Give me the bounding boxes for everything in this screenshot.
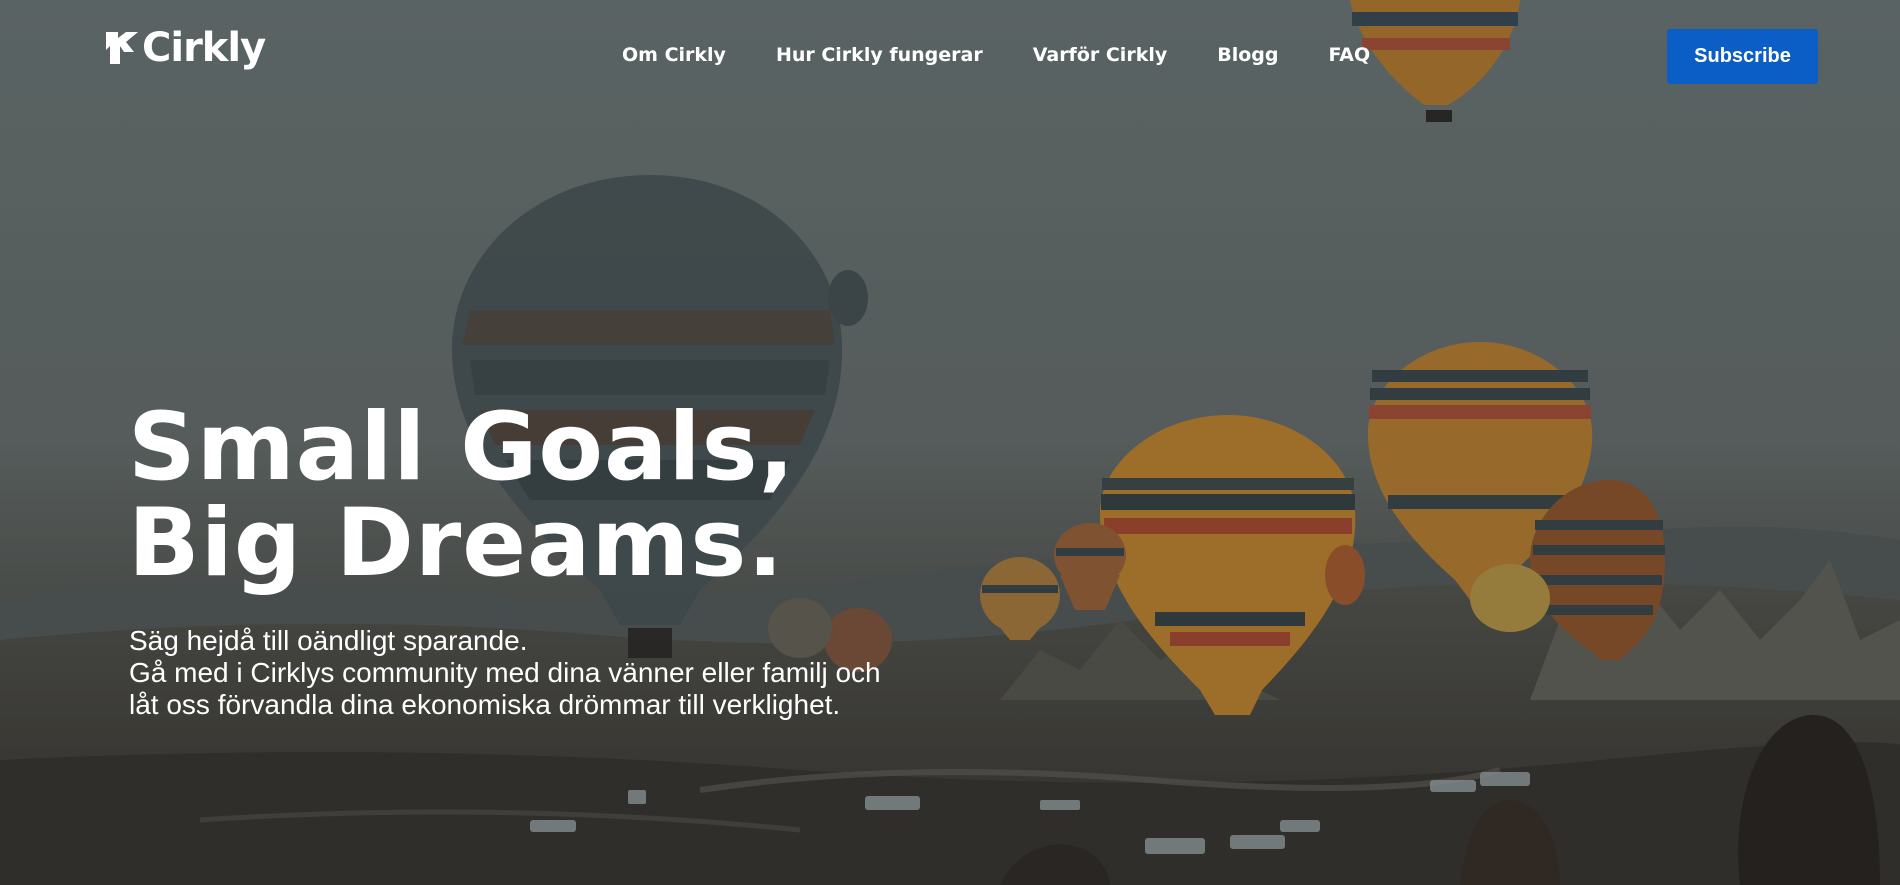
nav-blogg[interactable]: Blogg [1217, 42, 1278, 68]
hero-headline-line-2: Big Dreams. [128, 489, 785, 598]
site-header: Cirkly Om Cirkly Hur Cirkly fungerar Var… [0, 0, 1900, 115]
hero-subtext: Säg hejdå till oändligt sparande. Gå med… [129, 625, 881, 721]
nav-faq[interactable]: FAQ [1328, 42, 1370, 68]
nav-hur-cirkly-fungerar[interactable]: Hur Cirkly fungerar [776, 42, 983, 68]
hero-subtext-line-2: Gå med i Cirklys community med dina vänn… [129, 657, 881, 688]
main-nav: Om Cirkly Hur Cirkly fungerar Varför Cir… [622, 42, 1420, 68]
nav-varfor-cirkly[interactable]: Varför Cirkly [1033, 42, 1168, 68]
cirkly-logo[interactable]: Cirkly [104, 25, 266, 71]
hero-subtext-line-3: låt oss förvandla dina ekonomiska drömma… [129, 689, 841, 720]
hero-headline: Small Goals, Big Dreams. [128, 400, 795, 592]
logo-text: Cirkly [142, 25, 266, 71]
hero-section: Cirkly Om Cirkly Hur Cirkly fungerar Var… [0, 0, 1900, 885]
nav-om-cirkly[interactable]: Om Cirkly [622, 42, 726, 68]
cirkly-logo-mark-icon [106, 32, 138, 64]
hero-subtext-line-1: Säg hejdå till oändligt sparande. [129, 625, 528, 656]
hero-headline-line-1: Small Goals, [128, 393, 796, 502]
subscribe-button[interactable]: Subscribe [1667, 29, 1818, 84]
